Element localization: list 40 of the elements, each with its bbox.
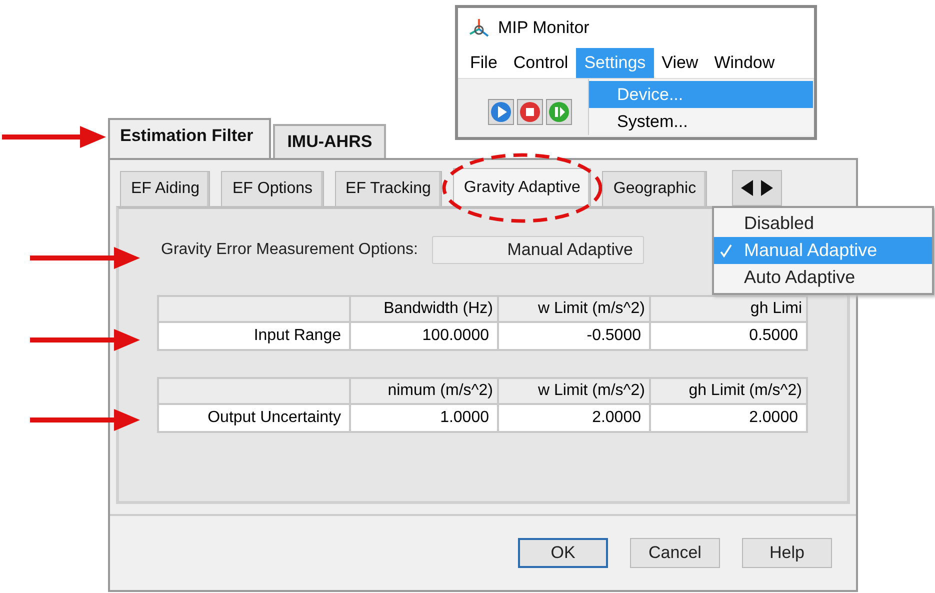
menu-item[interactable]: Control	[505, 48, 576, 78]
row-label: Output Uncertainty	[159, 405, 349, 431]
table-cell: 1.0000	[351, 405, 497, 431]
table-cell: -0.5000	[499, 323, 649, 349]
menu-item[interactable]: File	[462, 48, 506, 78]
tab-scroll-buttons[interactable]	[732, 170, 782, 206]
menu-item[interactable]: Auto Adaptive	[714, 264, 932, 291]
tab[interactable]: EF Aiding	[120, 171, 210, 206]
play-icon[interactable]	[488, 99, 514, 125]
tab[interactable]: EF Options	[221, 171, 324, 206]
table-header-cell: w Limit (m/s^2)	[499, 297, 649, 321]
row-label: Input Range	[159, 323, 349, 349]
table-header-cell: w Limit (m/s^2)	[499, 379, 649, 403]
menu-item[interactable]: Disabled	[714, 210, 932, 237]
menu-item[interactable]: View	[654, 48, 706, 78]
pause-icon[interactable]	[546, 99, 572, 125]
menu-item[interactable]: Window	[706, 48, 783, 78]
dialog-button[interactable]: OK	[518, 538, 608, 568]
table-cell: 0.5000	[651, 323, 806, 349]
dialog-button[interactable]: Help	[742, 538, 832, 568]
window-title: MIP Monitor	[498, 18, 590, 38]
dialog-button[interactable]: Cancel	[630, 538, 720, 568]
check-icon	[720, 244, 732, 258]
tab[interactable]: EF Tracking	[334, 171, 442, 206]
menu-item[interactable]: System...	[589, 108, 813, 135]
table-header-cell: gh Limit (m/s^2)	[651, 379, 806, 403]
table-header-cell: nimum (m/s^2)	[351, 379, 497, 403]
stop-icon[interactable]	[517, 99, 543, 125]
axes-icon	[468, 17, 490, 39]
table-cell: 2.0000	[499, 405, 649, 431]
table-header-cell: gh Limi	[651, 297, 806, 321]
tab[interactable]: IMU-AHRS	[273, 124, 386, 158]
table-header-cell: Bandwidth (Hz)	[351, 297, 497, 321]
table-cell: 100.0000	[351, 323, 497, 349]
option-label: Gravity Error Measurement Options:	[161, 241, 418, 259]
tab[interactable]: Estimation Filter	[108, 118, 272, 158]
tab[interactable]: Gravity Adaptive	[452, 168, 592, 206]
option-dropdown[interactable]: Manual Adaptive	[432, 236, 644, 264]
tab[interactable]: Geographic	[602, 171, 708, 206]
table-cell: 2.0000	[651, 405, 806, 431]
